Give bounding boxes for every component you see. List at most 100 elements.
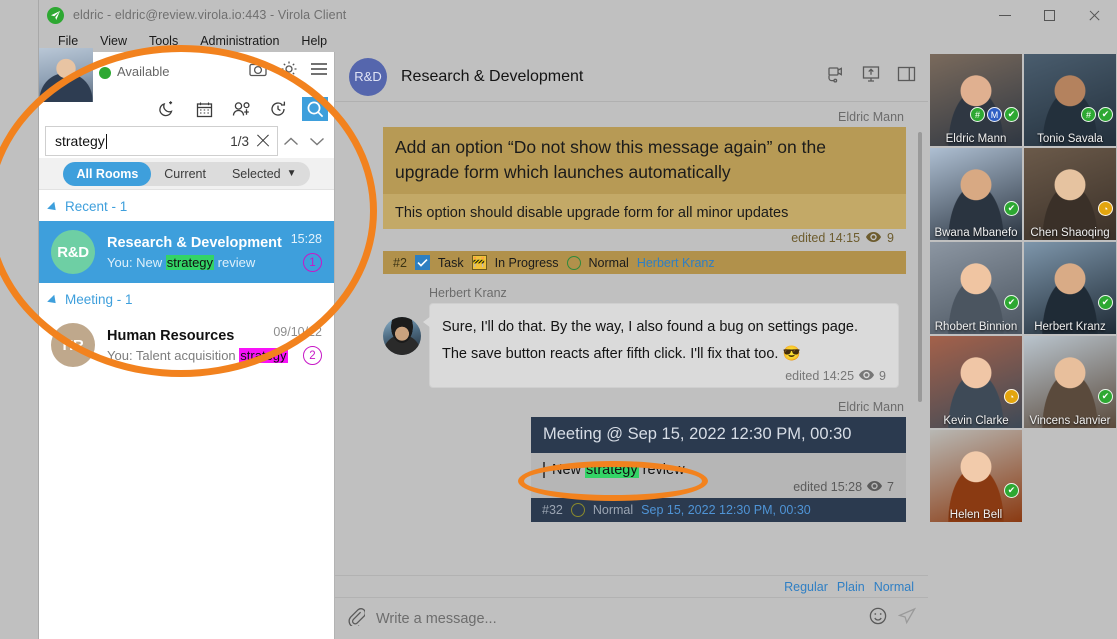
online-status-icon: ✔ [1098,295,1113,310]
clear-search-icon[interactable] [255,133,271,149]
contact-tile[interactable]: #✔Tonio Savala [1024,54,1116,146]
contact-tile[interactable]: ✔Herbert Kranz [1024,242,1116,334]
meeting-message[interactable]: Meeting @ Sep 15, 2022 12:30 PM, 00:30 N… [531,417,906,522]
maximize-icon[interactable] [1027,0,1072,30]
contact-tile[interactable]: ✔ Helen Bell [930,430,1022,522]
contact-tile[interactable]: ✔Rhobert Binnion [930,242,1022,334]
task-assignee[interactable]: Herbert Kranz [637,256,715,270]
menu-item-help[interactable]: Help [290,32,338,50]
minimize-icon[interactable] [982,0,1027,30]
edited-timestamp: edited 14:15 [791,231,860,245]
task-type-label: Task [438,256,464,270]
away-status-icon: ◔ [1098,201,1113,216]
meeting-text: New strategy review [543,462,894,478]
avatar-initials: R&D [354,69,381,84]
triangle-down-icon: ▼ [287,168,297,179]
sidebar-header-icons [249,60,328,78]
task-type-icon[interactable] [415,255,430,270]
away-status-icon: ◔ [1004,389,1019,404]
format-normal[interactable]: Normal [874,580,914,594]
menu-bar: File View Tools Administration Help [39,30,1117,52]
send-icon[interactable] [898,607,916,630]
camera-icon[interactable] [249,61,268,77]
collapse-triangle-icon [47,201,59,213]
contact-name: Eldric Mann [930,133,1022,145]
unread-badge: 1 [303,253,322,272]
filter-all-rooms[interactable]: All Rooms [63,162,151,186]
toggle-side-panel-icon[interactable] [897,66,916,87]
filter-selected[interactable]: Selected ▼ [219,162,310,186]
online-status-icon: ✔ [1004,483,1019,498]
contact-tile[interactable]: ◔Chen Shaoqing [1024,148,1116,240]
task-message[interactable]: Add an option “Do not show this message … [383,127,906,274]
room-time: 15:28 [291,232,322,246]
smiley-icon[interactable] [869,607,887,630]
menu-item-view[interactable]: View [89,32,138,50]
format-plain[interactable]: Plain [837,580,865,594]
unread-badge: 2 [303,346,322,365]
avatar-initials: R&D [57,244,89,261]
edited-timestamp: edited 15:28 [793,480,862,494]
in-progress-icon: 🚧 [472,255,487,270]
left-sidebar: Available [39,52,335,639]
chevron-down-icon[interactable] [304,128,330,154]
contact-status-badges: #✔ [1081,107,1113,122]
meeting-body: New strategy review edited 15:28 7 [531,453,906,498]
group-header-meeting[interactable]: Meeting - 1 [39,283,334,314]
status-label[interactable]: Available [117,64,170,79]
online-status-icon: ✔ [1004,295,1019,310]
online-status-icon: ✔ [1004,107,1019,122]
paperclip-icon[interactable] [347,606,365,631]
group-label: Meeting - 1 [65,292,133,307]
chevron-up-icon[interactable] [278,128,304,154]
contacts-icon[interactable] [228,97,254,121]
meeting-footer: #32 Normal Sep 15, 2022 12:30 PM, 00:30 [531,498,906,522]
current-user-row: Available [39,52,334,94]
menu-item-administration[interactable]: Administration [189,32,290,50]
message-input[interactable]: Write a message... [376,611,858,627]
message-meta: edited 15:28 7 [543,478,894,494]
search-input[interactable]: strategy 1/3 [45,126,278,156]
app-window: eldric - eldric@review.virola.io:443 - V… [38,0,1117,639]
list-item[interactable]: R&D Research & Development You: New stra… [39,221,334,283]
compose-bar: Write a message... [335,597,928,639]
contact-tile[interactable]: #M✔Eldric Mann [930,54,1022,146]
close-icon[interactable] [1072,0,1117,30]
room-preview: You: Talent acquisition strategy [107,348,261,363]
message-number: #2 [393,256,407,270]
avatar[interactable] [39,48,93,102]
contact-tile[interactable]: ◔Kevin Clarke [930,336,1022,428]
do-not-disturb-icon[interactable] [154,97,180,121]
contact-name: Helen Bell [930,509,1022,521]
filter-current[interactable]: Current [151,162,219,186]
meeting-title: Meeting @ Sep 15, 2022 12:30 PM, 00:30 [531,417,906,453]
incoming-message[interactable]: Sure, I'll do that. By the way, I also f… [383,303,906,388]
message-scrollbar[interactable] [918,132,922,402]
preview-prefix: You: Talent acquisition [107,348,239,363]
settings-gear-icon[interactable] [280,60,298,78]
calendar-icon[interactable] [191,97,217,121]
menu-item-tools[interactable]: Tools [138,32,189,50]
priority-icon [567,256,581,270]
list-item[interactable]: HR Human Resources You: Talent acquisiti… [39,314,334,376]
meeting-text-prefix: New [552,462,585,478]
message-text: Sure, I'll do that. By the way, I also f… [442,314,886,368]
contact-tile[interactable]: ✔Vincens Janvier [1024,336,1116,428]
format-regular[interactable]: Regular [784,580,828,594]
history-icon[interactable] [265,97,291,121]
call-headset-icon[interactable] [826,65,845,88]
room-time: 09/10/22 [273,325,322,339]
title-bar: eldric - eldric@review.virola.io:443 - V… [39,0,1117,30]
group-header-recent[interactable]: Recent - 1 [39,190,334,221]
avatar-initials: HR [62,337,83,354]
meeting-schedule[interactable]: Sep 15, 2022 12:30 PM, 00:30 [641,503,811,517]
message-list[interactable]: Eldric Mann Add an option “Do not show t… [335,102,928,575]
hamburger-menu-icon[interactable] [310,62,328,76]
search-icon[interactable] [302,97,328,121]
contact-tile[interactable]: ✔Bwana Mbanefo [930,148,1022,240]
virola-logo-icon [47,7,64,24]
search-input-value: strategy [55,133,105,149]
contact-name: Bwana Mbanefo [930,227,1022,239]
screen-share-icon[interactable] [862,65,880,88]
hash-status-icon: # [970,107,985,122]
